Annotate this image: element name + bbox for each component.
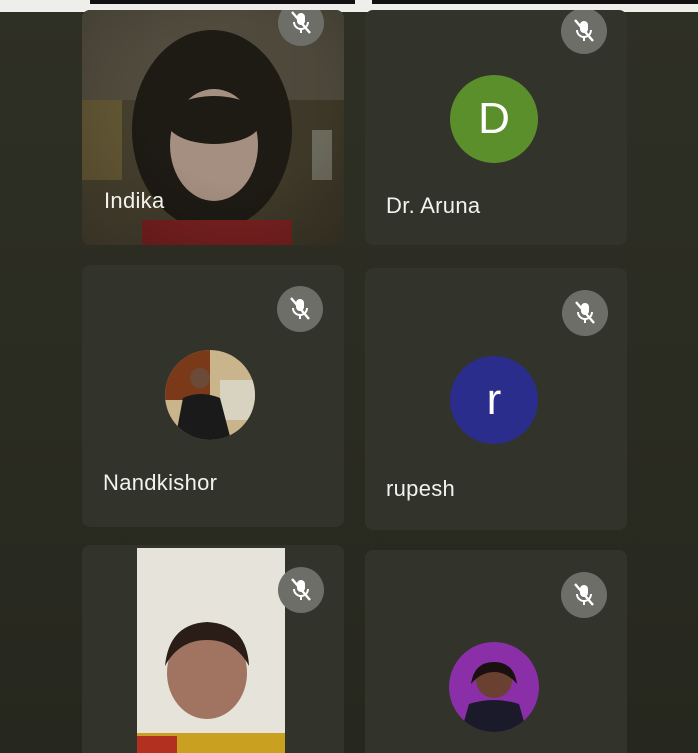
mic-off-badge xyxy=(278,567,324,613)
participant-tile-rupesh[interactable]: r rupesh xyxy=(365,268,627,530)
meeting-screen: Indika D Dr. Aruna Nandkishor r rupesh xyxy=(0,0,698,753)
mic-off-icon xyxy=(574,583,594,606)
mic-off-badge xyxy=(562,290,608,336)
mic-off-badge xyxy=(561,10,607,54)
participant-tile-video[interactable] xyxy=(82,545,344,753)
mic-off-icon xyxy=(574,19,594,42)
mic-off-icon xyxy=(290,297,310,320)
avatar-photo xyxy=(165,350,255,440)
participant-name: Nandkishor xyxy=(103,470,218,495)
avatar-letter: D xyxy=(478,94,510,143)
mic-off-badge xyxy=(277,286,323,332)
mic-off-badge xyxy=(561,572,607,618)
mic-off-icon xyxy=(575,301,595,324)
participant-tile-nandkishor[interactable]: Nandkishor xyxy=(82,265,344,527)
mic-off-icon xyxy=(291,11,311,34)
avatar: D xyxy=(450,75,538,163)
avatar-letter: r xyxy=(486,375,502,424)
participant-video xyxy=(137,548,285,753)
avatar: r xyxy=(450,356,538,444)
mic-off-icon xyxy=(291,578,311,601)
participant-tile-dr-aruna[interactable]: D Dr. Aruna xyxy=(365,10,627,245)
participant-name: Indika xyxy=(104,188,165,213)
participant-tile-photo[interactable] xyxy=(365,550,627,753)
participant-name: rupesh xyxy=(386,476,456,501)
participant-name: Dr. Aruna xyxy=(386,193,481,218)
avatar-photo xyxy=(449,642,539,732)
avatar xyxy=(165,350,255,440)
top-divider-left xyxy=(90,0,355,4)
top-divider-right xyxy=(372,0,698,4)
participant-tile-indika[interactable]: Indika xyxy=(82,10,344,245)
avatar xyxy=(449,642,539,732)
